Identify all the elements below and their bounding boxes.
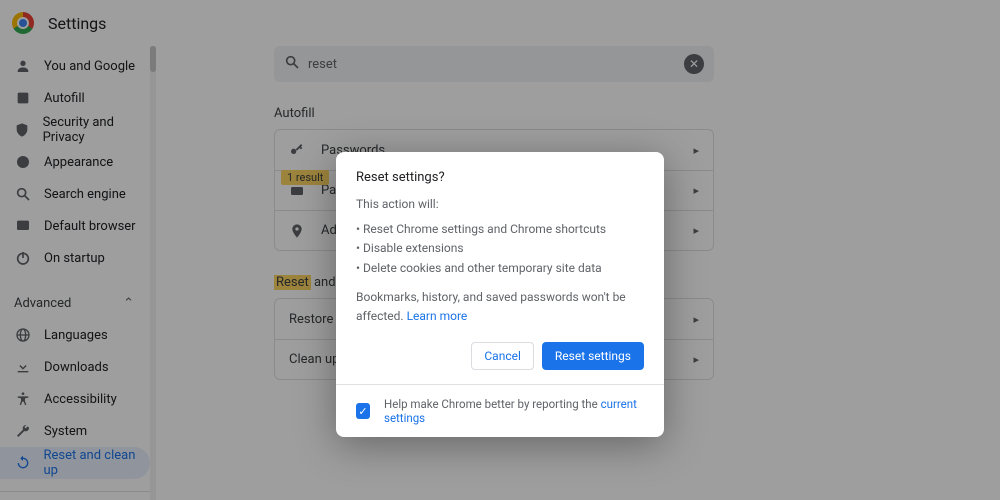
dialog-note-text: Bookmarks, history, and saved passwords … [356, 290, 626, 323]
dialog-bullet: Delete cookies and other temporary site … [356, 259, 644, 278]
cancel-button[interactable]: Cancel [471, 342, 534, 370]
reset-settings-button[interactable]: Reset settings [542, 342, 644, 370]
dialog-bullet-list: Reset Chrome settings and Chrome shortcu… [356, 220, 644, 278]
dialog-help-row: ✓ Help make Chrome better by reporting t… [336, 384, 664, 437]
reset-settings-dialog: Reset settings? This action will: Reset … [336, 152, 664, 437]
help-checkbox[interactable]: ✓ [356, 403, 370, 419]
dialog-bullet: Disable extensions [356, 239, 644, 258]
learn-more-link[interactable]: Learn more [407, 309, 468, 323]
dialog-footer-note: Bookmarks, history, and saved passwords … [356, 288, 644, 326]
dialog-bullet: Reset Chrome settings and Chrome shortcu… [356, 220, 644, 239]
dialog-intro: This action will: [356, 195, 644, 214]
dialog-title: Reset settings? [356, 170, 644, 185]
help-text: Help make Chrome better by reporting the [384, 397, 601, 411]
